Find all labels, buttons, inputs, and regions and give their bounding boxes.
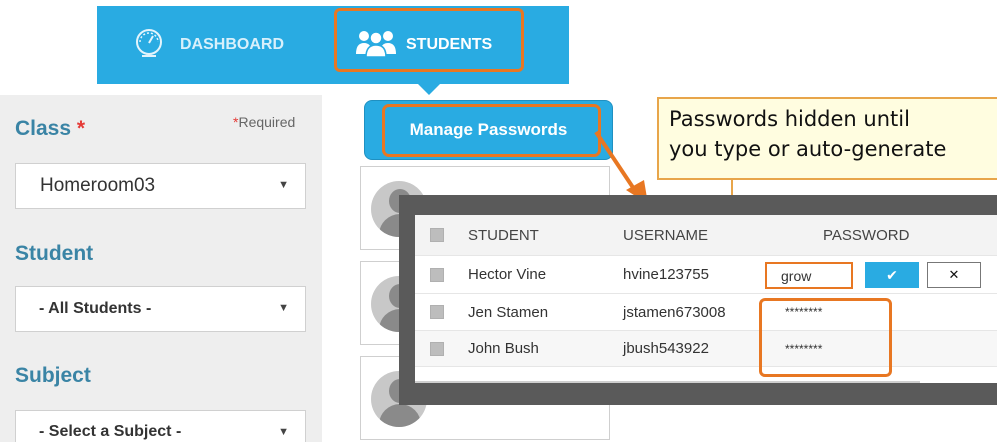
class-label-text: Class bbox=[15, 117, 72, 140]
table-row: Jen Stamen jstamen673008 ******** bbox=[415, 294, 997, 331]
callout-line: you type or auto-generate bbox=[669, 137, 947, 161]
student-label: Student bbox=[15, 242, 94, 265]
row-checkbox[interactable] bbox=[430, 341, 444, 356]
class-label: Class * bbox=[15, 117, 85, 141]
required-note: *Required bbox=[233, 114, 295, 130]
speedometer-icon bbox=[132, 26, 166, 65]
required-text: Required bbox=[238, 114, 296, 130]
class-select[interactable]: Homeroom03 ▼ bbox=[15, 163, 306, 209]
class-select-value: Homeroom03 bbox=[40, 175, 156, 196]
student-name: John Bush bbox=[468, 340, 539, 357]
student-select-value: - All Students - bbox=[39, 300, 152, 317]
password-input-value: grow bbox=[781, 267, 812, 284]
username: hvine123755 bbox=[623, 266, 709, 283]
table-row: John Bush jbush543922 ******** bbox=[415, 331, 997, 367]
table-divider bbox=[415, 381, 920, 383]
close-icon: ✕ bbox=[948, 267, 960, 282]
subject-select-value: - Select a Subject - bbox=[39, 423, 182, 440]
password-input[interactable]: grow bbox=[765, 262, 853, 289]
filter-panel bbox=[0, 95, 322, 442]
table-row: Hector Vine hvine123755 grow ✔ ✕ bbox=[415, 256, 997, 294]
callout-note: Passwords hidden until you type or auto-… bbox=[657, 97, 997, 180]
masked-passwords-highlight-box bbox=[759, 298, 892, 377]
table-header: STUDENT USERNAME PASSWORD bbox=[415, 215, 997, 256]
chevron-down-icon: ▼ bbox=[278, 179, 289, 191]
student-name: Hector Vine bbox=[468, 266, 547, 283]
manage-highlight-box bbox=[382, 104, 601, 157]
chevron-down-icon: ▼ bbox=[278, 426, 289, 438]
checkmark-icon: ✔ bbox=[886, 266, 898, 283]
student-name: Jen Stamen bbox=[468, 303, 549, 321]
username: jbush543922 bbox=[623, 340, 709, 357]
callout-line: Passwords hidden until bbox=[669, 107, 910, 131]
password-table-popup: STUDENT USERNAME PASSWORD Hector Vine hv… bbox=[399, 195, 997, 405]
row-checkbox[interactable] bbox=[430, 305, 444, 319]
subject-select[interactable]: - Select a Subject - ▼ bbox=[15, 410, 306, 442]
nav-tab-label: DASHBOARD bbox=[180, 36, 284, 53]
nav-tab-dashboard[interactable]: DASHBOARD bbox=[132, 6, 284, 84]
cancel-password-button[interactable]: ✕ bbox=[927, 262, 981, 288]
column-header-username: USERNAME bbox=[623, 226, 709, 244]
student-select[interactable]: - All Students - ▼ bbox=[15, 286, 306, 332]
select-all-checkbox[interactable] bbox=[430, 228, 444, 242]
username: jstamen673008 bbox=[623, 303, 726, 321]
subject-label: Subject bbox=[15, 364, 91, 387]
column-header-password: PASSWORD bbox=[823, 226, 910, 244]
column-header-student: STUDENT bbox=[468, 226, 539, 244]
row-checkbox[interactable] bbox=[430, 267, 444, 282]
active-tab-caret bbox=[418, 84, 440, 95]
students-highlight-box bbox=[334, 8, 524, 72]
password-table: STUDENT USERNAME PASSWORD Hector Vine hv… bbox=[415, 215, 997, 383]
confirm-password-button[interactable]: ✔ bbox=[865, 262, 919, 288]
required-asterisk: * bbox=[76, 117, 86, 140]
chevron-down-icon: ▼ bbox=[278, 302, 289, 314]
